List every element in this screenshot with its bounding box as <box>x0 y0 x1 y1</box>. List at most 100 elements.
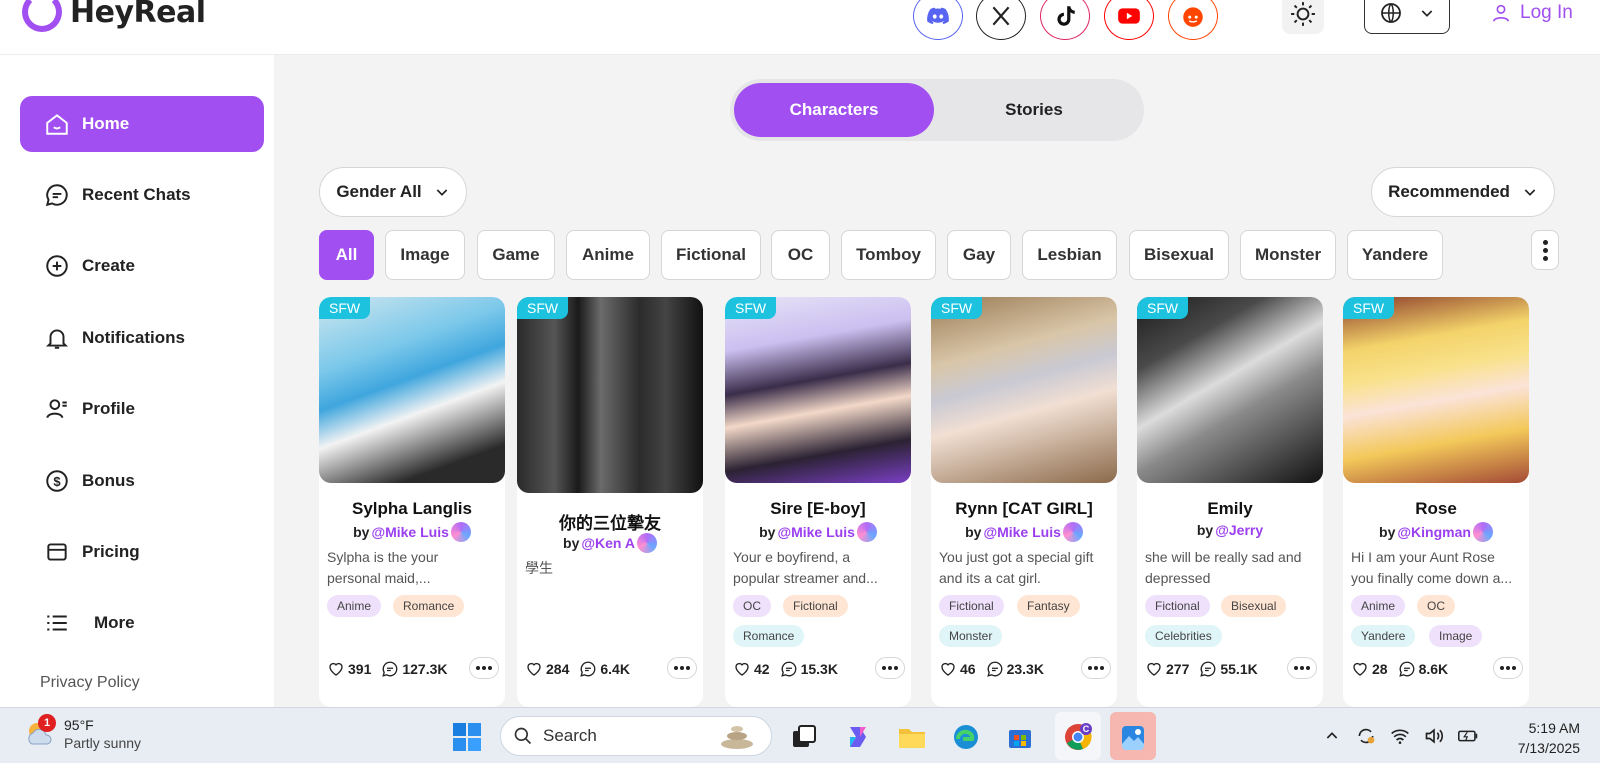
chip-game[interactable]: Game <box>477 230 555 280</box>
character-card[interactable]: SFW Rynn [CAT GIRL] by @Mike Luis You jus… <box>931 297 1117 707</box>
chip-monster[interactable]: Monster <box>1240 230 1336 280</box>
system-clock[interactable]: 5:19 AM 7/13/2025 <box>1480 718 1580 758</box>
card-stats: 46 23.3K <box>939 657 1111 681</box>
battery-icon[interactable] <box>1458 726 1478 746</box>
verified-gem-icon <box>856 522 877 542</box>
sidebar-item-bonus[interactable]: $ Bonus <box>20 453 264 509</box>
photos-icon[interactable] <box>1115 719 1151 755</box>
heart-icon[interactable] <box>733 660 751 678</box>
tiktok-icon[interactable] <box>1040 0 1090 40</box>
sort-label: Recommended <box>1388 182 1510 201</box>
tag: Romance <box>733 625 805 647</box>
card-more-button[interactable] <box>1081 657 1111 679</box>
chip-all[interactable]: All <box>319 230 374 280</box>
tab-characters[interactable]: Characters <box>734 83 934 137</box>
heart-icon[interactable] <box>1351 660 1369 678</box>
task-view-icon[interactable] <box>786 719 822 755</box>
discord-icon[interactable] <box>913 0 963 40</box>
sync-icon[interactable] <box>1356 726 1376 746</box>
tag: Anime <box>1351 595 1406 617</box>
character-author[interactable]: by @Mike Luis <box>319 522 505 542</box>
chevron-up-icon[interactable] <box>1322 726 1342 746</box>
weather-widget[interactable]: 1 95°F Partly sunny <box>24 714 142 752</box>
sidebar-item-pricing[interactable]: Pricing <box>20 524 264 580</box>
tab-stories[interactable]: Stories <box>934 83 1134 137</box>
card-stats: 391 127.3K <box>327 657 499 681</box>
character-author[interactable]: by @Kingman <box>1343 522 1529 542</box>
heart-icon[interactable] <box>939 660 957 678</box>
sidebar-item-label: Pricing <box>82 542 140 561</box>
language-select[interactable] <box>1364 0 1450 34</box>
gender-filter-dropdown[interactable]: Gender All <box>319 167 467 217</box>
windows-taskbar: 1 95°F Partly sunny Search C 5:19 AM 7/1… <box>0 707 1600 763</box>
chip-anime[interactable]: Anime <box>566 230 650 280</box>
sidebar-item-profile[interactable]: Profile <box>20 381 264 437</box>
chip-yandere[interactable]: Yandere <box>1347 230 1443 280</box>
sfw-badge: SFW <box>517 297 569 319</box>
microsoft-store-icon[interactable] <box>1002 719 1038 755</box>
card-more-button[interactable] <box>1287 657 1317 679</box>
copilot-icon[interactable] <box>840 719 876 755</box>
character-card[interactable]: SFW Emily by @Jerry she will be really sa… <box>1137 297 1323 707</box>
card-stats: 277 55.1K <box>1145 657 1317 681</box>
chip-lesbian[interactable]: Lesbian <box>1022 230 1117 280</box>
theme-toggle-button[interactable] <box>1282 0 1324 34</box>
login-label: Log In <box>1520 2 1573 23</box>
sidebar-item-recent-chats[interactable]: Recent Chats <box>20 167 264 223</box>
character-author[interactable]: by @Jerry <box>1137 522 1323 538</box>
character-card[interactable]: SFW 你的三位摯友 by @Ken A 學生 284 6.4K <box>517 297 703 707</box>
weather-temp: 95°F <box>64 717 94 733</box>
more-categories-button[interactable] <box>1531 230 1559 270</box>
chip-oc[interactable]: OC <box>771 230 830 280</box>
taskbar-search-input[interactable]: Search <box>500 716 772 756</box>
wifi-icon[interactable] <box>1390 726 1410 746</box>
chip-gay[interactable]: Gay <box>947 230 1011 280</box>
logo[interactable]: HeyReal <box>22 0 206 32</box>
sidebar-item-home[interactable]: Home <box>20 96 264 152</box>
top-header: HeyReal Log In <box>0 0 1600 55</box>
x-icon[interactable] <box>976 0 1026 40</box>
card-stats: 284 6.4K <box>525 657 697 681</box>
sidebar-item-create[interactable]: Create <box>20 238 264 294</box>
edge-icon[interactable] <box>948 719 984 755</box>
privacy-policy-link[interactable]: Privacy Policy <box>40 674 140 692</box>
sfw-badge: SFW <box>725 297 777 319</box>
tag: Fictional <box>783 595 848 617</box>
card-more-button[interactable] <box>667 657 697 679</box>
tag: Image <box>1429 625 1483 647</box>
character-card[interactable]: SFW Sylpha Langlis by @Mike Luis Sylpha i… <box>319 297 505 707</box>
sfw-badge: SFW <box>931 297 983 319</box>
heart-icon[interactable] <box>1145 660 1163 678</box>
chip-image[interactable]: Image <box>385 230 465 280</box>
sort-dropdown[interactable]: Recommended <box>1371 167 1555 217</box>
character-author[interactable]: by @Mike Luis <box>931 522 1117 542</box>
chrome-icon[interactable]: C <box>1060 719 1096 755</box>
logo-icon <box>22 0 62 32</box>
character-card[interactable]: SFW Sire [E-boy] by @Mike Luis Your e boy… <box>725 297 911 707</box>
heart-icon[interactable] <box>525 660 543 678</box>
chip-bisexual[interactable]: Bisexual <box>1129 230 1229 280</box>
sidebar-item-more[interactable]: More <box>20 595 264 651</box>
card-more-button[interactable] <box>875 657 905 679</box>
weather-condition: Partly sunny <box>64 735 142 751</box>
card-more-button[interactable] <box>469 657 499 679</box>
windows-start-icon[interactable] <box>452 722 482 752</box>
chip-tomboy[interactable]: Tomboy <box>841 230 936 280</box>
heart-icon[interactable] <box>327 660 345 678</box>
login-button[interactable]: Log In <box>1490 2 1573 24</box>
chevron-down-icon <box>1524 189 1536 196</box>
character-card[interactable]: SFW Rose by @Kingman Hi I am your Aunt Ro… <box>1343 297 1529 707</box>
character-author[interactable]: by @Ken A <box>517 533 703 553</box>
character-author[interactable]: by @Mike Luis <box>725 522 911 542</box>
card-more-button[interactable] <box>1493 657 1523 679</box>
tag: Bisexual <box>1221 595 1287 617</box>
file-explorer-icon[interactable] <box>894 719 930 755</box>
reddit-icon[interactable] <box>1168 0 1218 40</box>
youtube-icon[interactable] <box>1104 0 1154 40</box>
chat-icon <box>580 661 596 677</box>
sidebar-item-notifications[interactable]: Notifications <box>20 310 264 366</box>
tag: Fictional <box>1145 595 1210 617</box>
notification-count-badge: 1 <box>38 714 56 732</box>
volume-icon[interactable] <box>1424 726 1444 746</box>
chip-fictional[interactable]: Fictional <box>661 230 761 280</box>
